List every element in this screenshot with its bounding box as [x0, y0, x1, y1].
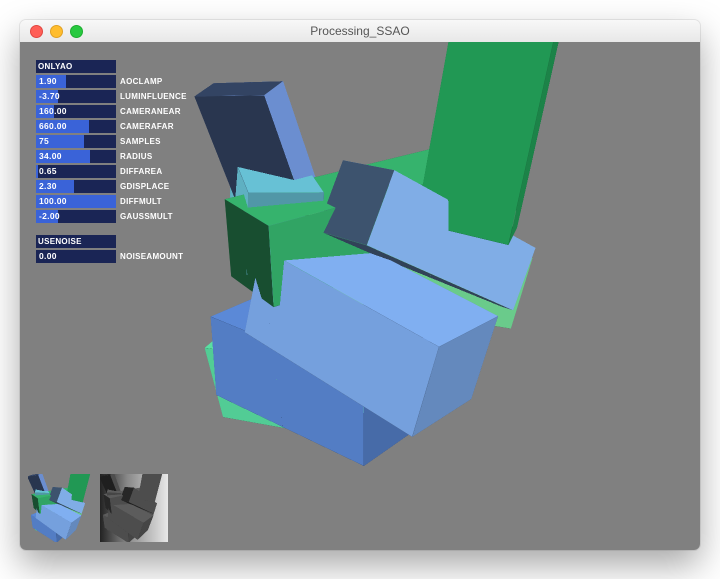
slider-row: -2.00 GAUSSMULT: [36, 210, 201, 223]
radius-slider[interactable]: 34.00: [36, 150, 116, 163]
slider-label: DIFFAREA: [120, 167, 162, 176]
slider-label: CAMERAFAR: [120, 122, 174, 131]
slider-label: LUMINFLUENCE: [120, 92, 187, 101]
slider-row: 160.00 CAMERANEAR: [36, 105, 201, 118]
slider-row: -3.70 LUMINFLUENCE: [36, 90, 201, 103]
camerafar-slider[interactable]: 660.00: [36, 120, 116, 133]
slider-value: 75: [39, 136, 49, 146]
slider-value: -3.70: [39, 91, 60, 101]
slider-value: 160.00: [39, 106, 67, 116]
window-controls: [20, 25, 83, 38]
gdisplace-slider[interactable]: 2.30: [36, 180, 116, 193]
viewport: ONLYAO 1.90 AOCLAMP -3.70 LUMINFLUENCE 160.0…: [20, 42, 700, 550]
depth-preview: [100, 474, 168, 542]
slider-value: 1.90: [39, 76, 57, 86]
slider-label: DIFFMULT: [120, 197, 162, 206]
diffarea-slider[interactable]: 0.65: [36, 165, 116, 178]
minimize-icon[interactable]: [50, 25, 63, 38]
slider-row: 0.65 DIFFAREA: [36, 165, 201, 178]
slider-value: 660.00: [39, 121, 67, 131]
titlebar[interactable]: Processing_SSAO: [20, 20, 700, 43]
slider-value: -2.00: [39, 211, 60, 221]
slider-value: 100.00: [39, 196, 67, 206]
slider-row: 660.00 CAMERAFAR: [36, 120, 201, 133]
slider-value: 0.00: [39, 251, 57, 261]
onlyao-toggle[interactable]: ONLYAO: [36, 60, 116, 73]
slider-label: SAMPLES: [120, 137, 161, 146]
onlyao-label: ONLYAO: [38, 62, 73, 71]
color-preview: [28, 474, 96, 542]
slider-label: RADIUS: [120, 152, 152, 161]
slider-row: 100.00 DIFFMULT: [36, 195, 201, 208]
slider-row: 1.90 AOCLAMP: [36, 75, 201, 88]
slider-row: 75 SAMPLES: [36, 135, 201, 148]
aoclamp-slider[interactable]: 1.90: [36, 75, 116, 88]
samples-slider[interactable]: 75: [36, 135, 116, 148]
slider-label: NOISEAMOUNT: [120, 252, 183, 261]
slider-value: 2.30: [39, 181, 57, 191]
app-window: Processing_SSAO ONLYAO 1.90 AOCLAMP -3.70 L…: [20, 20, 700, 550]
slider-label: GDISPLACE: [120, 182, 169, 191]
usenoise-label: USENOISE: [38, 237, 82, 246]
usenoise-toggle[interactable]: USENOISE: [36, 235, 116, 248]
zoom-icon[interactable]: [70, 25, 83, 38]
slider-value: 34.00: [39, 151, 62, 161]
slider-value: 0.65: [39, 166, 57, 176]
close-icon[interactable]: [30, 25, 43, 38]
slider-row: 34.00 RADIUS: [36, 150, 201, 163]
slider-label: CAMERANEAR: [120, 107, 181, 116]
control-panel: ONLYAO 1.90 AOCLAMP -3.70 LUMINFLUENCE 160.0…: [36, 60, 201, 265]
slider-label: AOCLAMP: [120, 77, 163, 86]
preview-thumbnails: [28, 474, 168, 542]
diffmult-slider[interactable]: 100.00: [36, 195, 116, 208]
cameranear-slider[interactable]: 160.00: [36, 105, 116, 118]
gaussmult-slider[interactable]: -2.00: [36, 210, 116, 223]
noiseamount-slider[interactable]: 0.00: [36, 250, 116, 263]
slider-label: GAUSSMULT: [120, 212, 173, 221]
slider-row: 2.30 GDISPLACE: [36, 180, 201, 193]
noiseamount-row: 0.00 NOISEAMOUNT: [36, 250, 201, 263]
window-title: Processing_SSAO: [20, 24, 700, 38]
luminfluence-slider[interactable]: -3.70: [36, 90, 116, 103]
